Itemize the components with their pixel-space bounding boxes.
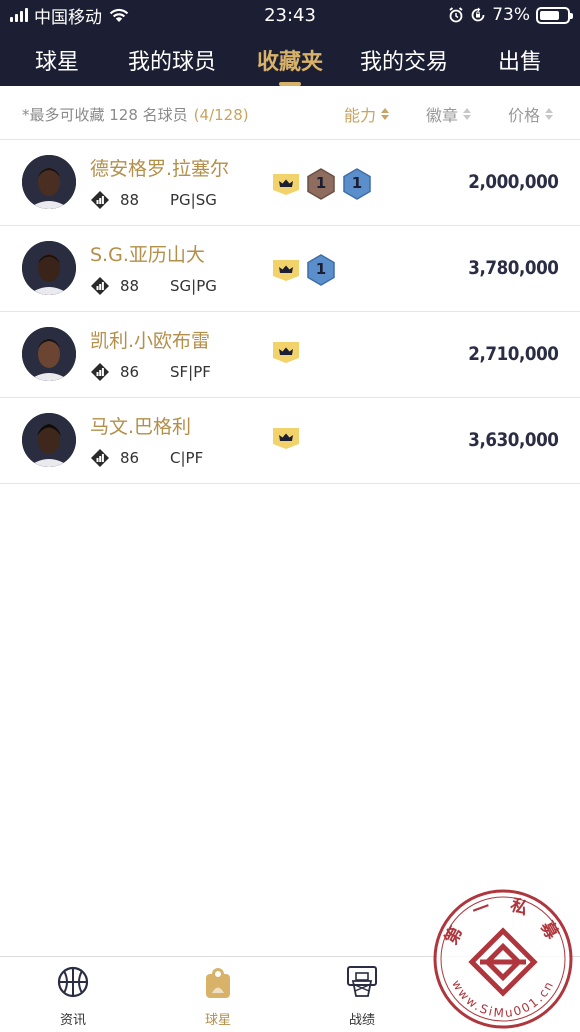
- badge-list: 1: [272, 254, 336, 286]
- rating-diamond-icon: [91, 191, 109, 209]
- rating-diamond-icon: [91, 449, 109, 467]
- player-positions: PG|SG: [170, 191, 217, 209]
- nav-label: 资讯: [59, 1013, 86, 1028]
- crown-badge-icon: [273, 428, 299, 449]
- watermark-stamp: 第 一 私 募 www.SiMu001.cn: [432, 888, 574, 1030]
- sort-ability-label: 能力: [344, 106, 377, 125]
- blue-badge-icon: 1: [342, 168, 372, 200]
- badge-number: 1: [315, 260, 327, 278]
- player-rating: 86 SF|PF: [90, 362, 211, 382]
- player-price: 2,710,000: [467, 343, 559, 365]
- badge-list: 1 1: [272, 168, 372, 200]
- player-row[interactable]: 凯利.小欧布雷 86 SF|PF 2,710,000: [0, 312, 580, 398]
- favorites-limit-note: *最多可收藏 128 名球员 (4/128): [22, 104, 249, 125]
- limit-text: *最多可收藏 128 名球员: [22, 106, 188, 124]
- rating-value: 86: [120, 449, 140, 467]
- tab-my-trades[interactable]: 我的交易: [360, 38, 448, 86]
- sort-by-ability[interactable]: 能力: [344, 102, 390, 126]
- basketball-icon: [57, 966, 89, 998]
- crown-badge-icon: [273, 342, 299, 363]
- sort-badges-label: 徽章: [426, 106, 459, 125]
- battery-icon: [536, 6, 573, 24]
- app-header: 中国移动 23:43 73% 球星 我的球员 收藏夹 我的交易 出售: [0, 0, 580, 86]
- sort-arrows-icon: [381, 108, 390, 120]
- player-positions: SF|PF: [170, 363, 211, 381]
- nav-label: 球星: [204, 1013, 231, 1028]
- battery-percent: 73%: [492, 5, 530, 25]
- nav-label: 战绩: [348, 1013, 375, 1028]
- status-right: 73%: [448, 5, 573, 25]
- tab-my-players[interactable]: 我的球员: [128, 38, 216, 86]
- badge-number: 1: [351, 174, 363, 192]
- player-row[interactable]: 马文.巴格利 86 C|PF 3,630,000: [0, 398, 580, 484]
- hoop-icon: [347, 966, 377, 997]
- sort-price-label: 价格: [508, 106, 541, 125]
- player-avatar: [22, 241, 76, 295]
- sort-bar: *最多可收藏 128 名球员 (4/128) 能力 徽章 价格: [0, 86, 580, 140]
- player-rating: 86 C|PF: [90, 448, 203, 468]
- badge-number: 1: [315, 174, 327, 192]
- rating-value: 88: [120, 191, 140, 209]
- sort-by-badges[interactable]: 徽章: [426, 102, 472, 126]
- tab-sell[interactable]: 出售: [498, 38, 542, 86]
- player-card-icon: [206, 968, 230, 998]
- crown-badge-icon: [273, 174, 299, 195]
- favorites-list: 德安格罗.拉塞尔 88 PG|SG 1 1 2,000,000 S.G.亚历山大…: [0, 140, 580, 484]
- nav-news[interactable]: 资讯: [33, 965, 113, 1028]
- player-price: 3,630,000: [467, 429, 559, 451]
- player-price: 3,780,000: [467, 257, 559, 279]
- favorites-count: (4/128): [193, 106, 249, 124]
- blue-badge-icon: 1: [306, 254, 336, 286]
- player-avatar: [22, 413, 76, 467]
- player-positions: SG|PG: [170, 277, 217, 295]
- nav-stars[interactable]: 球星: [178, 965, 258, 1028]
- player-row[interactable]: 德安格罗.拉塞尔 88 PG|SG 1 1 2,000,000: [0, 140, 580, 226]
- badge-list: [272, 340, 300, 364]
- player-name: 马文.巴格利: [90, 416, 192, 438]
- tab-favorites[interactable]: 收藏夹: [257, 38, 323, 86]
- alarm-icon: [449, 7, 463, 23]
- player-price: 2,000,000: [467, 171, 559, 193]
- rating-diamond-icon: [91, 363, 109, 381]
- status-bar: 中国移动 23:43 73%: [0, 0, 580, 30]
- player-avatar: [22, 327, 76, 381]
- rating-value: 86: [120, 363, 140, 381]
- player-rating: 88 SG|PG: [90, 276, 217, 296]
- player-name: S.G.亚历山大: [90, 244, 205, 266]
- sort-arrows-icon: [463, 108, 472, 120]
- bronze-badge-icon: 1: [306, 168, 336, 200]
- sort-by-price[interactable]: 价格: [508, 102, 554, 126]
- player-positions: C|PF: [170, 449, 204, 467]
- sort-arrows-icon: [545, 108, 554, 120]
- player-row[interactable]: S.G.亚历山大 88 SG|PG 1 3,780,000: [0, 226, 580, 312]
- rating-diamond-icon: [91, 277, 109, 295]
- player-name: 德安格罗.拉塞尔: [90, 158, 230, 180]
- nav-record[interactable]: 战绩: [322, 965, 402, 1028]
- crown-badge-icon: [273, 260, 299, 281]
- rotation-lock-icon: [471, 7, 485, 22]
- tab-stars[interactable]: 球星: [35, 38, 79, 86]
- player-avatar: [22, 155, 76, 209]
- player-name: 凯利.小欧布雷: [90, 330, 211, 352]
- badge-list: [272, 426, 300, 450]
- top-tabs: 球星 我的球员 收藏夹 我的交易 出售: [0, 38, 580, 86]
- rating-value: 88: [120, 277, 140, 295]
- player-rating: 88 PG|SG: [90, 190, 217, 210]
